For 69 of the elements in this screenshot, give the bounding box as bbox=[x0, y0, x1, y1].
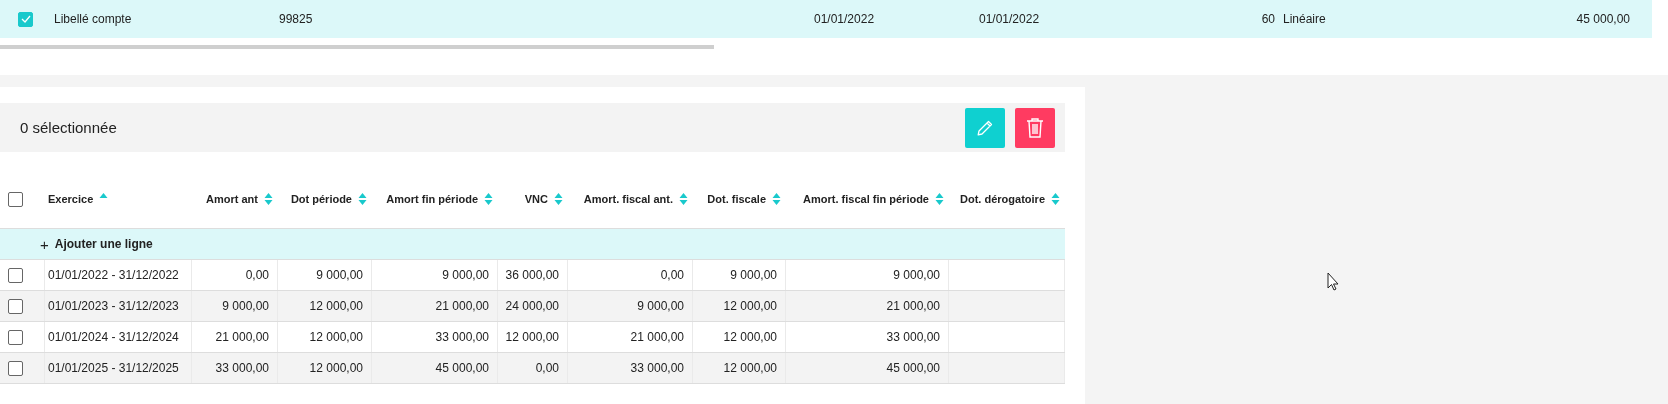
table-cell: 12 000,00 bbox=[309, 361, 363, 375]
table-cell: 9 000,00 bbox=[316, 268, 363, 282]
record-cell-text: Libellé compte bbox=[54, 12, 133, 26]
sort-icon[interactable] bbox=[484, 192, 493, 206]
column-header[interactable]: Dot. fiscale bbox=[707, 193, 766, 205]
table-cell: 33 000,00 bbox=[435, 330, 489, 344]
table-cell: 9 000,00 bbox=[730, 268, 777, 282]
sort-icon[interactable] bbox=[679, 192, 688, 206]
table-cell: 0,00 bbox=[245, 268, 269, 282]
row-checkbox[interactable] bbox=[8, 267, 23, 283]
column-header[interactable]: Amort. fiscal fin période bbox=[803, 193, 929, 205]
record-cell-text: Linéaire bbox=[1282, 12, 1327, 26]
row-checkbox[interactable] bbox=[8, 329, 23, 345]
add-row-button[interactable]: + Ajouter une ligne bbox=[0, 235, 153, 253]
selection-count: 0 sélectionnée bbox=[19, 119, 117, 136]
table-cell: 36 000,00 bbox=[505, 268, 559, 282]
delete-button[interactable] bbox=[1015, 107, 1055, 148]
table-cell: 0,00 bbox=[535, 361, 559, 375]
sort-icon[interactable] bbox=[1051, 192, 1060, 206]
table-cell: 24 000,00 bbox=[505, 299, 559, 313]
table-cell: 9 000,00 bbox=[442, 268, 489, 282]
table-cell: 33 000,00 bbox=[630, 361, 684, 375]
table-cell: 9 000,00 bbox=[893, 268, 940, 282]
sort-icon[interactable] bbox=[772, 192, 781, 206]
table-cell: 33 000,00 bbox=[886, 330, 940, 344]
table-cell: 01/01/2024 - 31/12/2024 bbox=[48, 330, 179, 344]
record-cell-text: 99825 bbox=[279, 12, 314, 26]
table-cell: 9 000,00 bbox=[637, 299, 684, 313]
edit-button[interactable] bbox=[965, 107, 1005, 148]
column-header[interactable]: Exercice bbox=[48, 193, 94, 205]
mouse-pointer-icon bbox=[1327, 272, 1339, 291]
table-cell: 45 000,00 bbox=[435, 361, 489, 375]
record-cell-text: 45 000,00 bbox=[1575, 12, 1630, 26]
sort-icon[interactable] bbox=[358, 192, 367, 206]
scrollbar[interactable] bbox=[0, 45, 714, 49]
table-cell: 21 000,00 bbox=[630, 330, 684, 344]
column-header[interactable]: Dot. dérogatoire bbox=[960, 193, 1045, 205]
table-cell: 21 000,00 bbox=[886, 299, 940, 313]
table-cell: 21 000,00 bbox=[215, 330, 269, 344]
table-cell: 01/01/2023 - 31/12/2023 bbox=[48, 299, 179, 313]
record-cell-text: 01/01/2022 bbox=[814, 12, 876, 26]
table-cell: 9 000,00 bbox=[222, 299, 269, 313]
table-cell: 01/01/2025 - 31/12/2025 bbox=[48, 361, 179, 375]
column-header[interactable]: Amort ant bbox=[206, 193, 258, 205]
table-cell: 01/01/2022 - 31/12/2022 bbox=[48, 268, 179, 282]
table-cell: 12 000,00 bbox=[723, 330, 777, 344]
sort-icon[interactable] bbox=[554, 192, 563, 206]
record-cell-text: 60 bbox=[1260, 12, 1275, 26]
table-cell: 33 000,00 bbox=[215, 361, 269, 375]
sort-icon[interactable] bbox=[264, 192, 273, 206]
row-checkbox[interactable] bbox=[8, 298, 23, 314]
checkbox[interactable] bbox=[18, 11, 33, 27]
trash-icon bbox=[1025, 116, 1045, 139]
column-header[interactable]: Dot période bbox=[290, 193, 352, 205]
column-header[interactable]: Amort. fiscal ant. bbox=[583, 193, 673, 205]
column-header[interactable]: VNC bbox=[524, 193, 548, 205]
table-cell: 21 000,00 bbox=[435, 299, 489, 313]
record-cell-text: 01/01/2022 bbox=[979, 12, 1041, 26]
table-cell: 12 000,00 bbox=[723, 361, 777, 375]
select-all-checkbox[interactable] bbox=[8, 191, 23, 207]
column-header[interactable]: Amort fin période bbox=[386, 193, 478, 205]
table-cell: 12 000,00 bbox=[309, 299, 363, 313]
sort-icon[interactable] bbox=[935, 192, 944, 206]
table-cell: 45 000,00 bbox=[886, 361, 940, 375]
table-cell: 12 000,00 bbox=[309, 330, 363, 344]
row-checkbox[interactable] bbox=[8, 360, 23, 376]
table-cell: 0,00 bbox=[660, 268, 684, 282]
table-cell: 12 000,00 bbox=[505, 330, 559, 344]
table-cell: 12 000,00 bbox=[723, 299, 777, 313]
